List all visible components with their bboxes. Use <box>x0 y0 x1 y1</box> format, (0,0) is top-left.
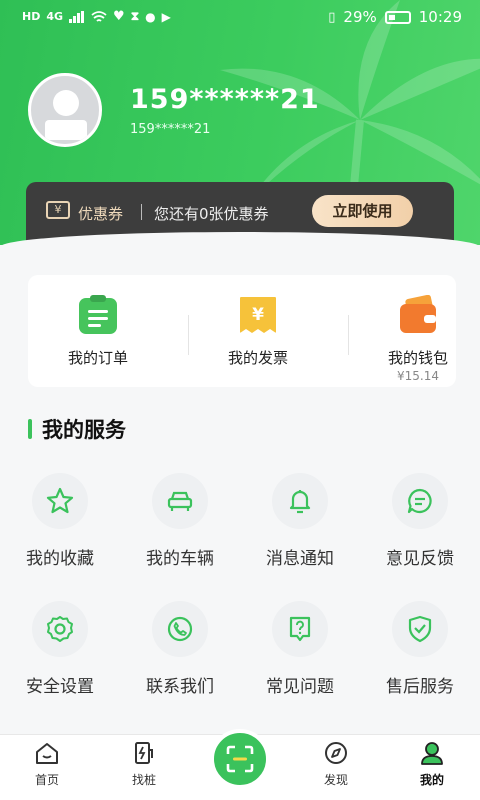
service-label: 我的收藏 <box>26 549 94 569</box>
vibrate-icon: ▯ <box>328 9 336 25</box>
service-label: 安全设置 <box>26 677 94 697</box>
my-orders-label: 我的订单 <box>67 349 128 367</box>
title-accent <box>28 419 32 439</box>
tab-discover[interactable]: 发现 <box>301 741 371 788</box>
my-wallet-label: 我的钱包 <box>387 349 448 367</box>
user-phone[interactable]: 159******21 <box>130 84 320 115</box>
service-label: 我的车辆 <box>146 549 214 569</box>
tab-label: 发现 <box>323 773 348 787</box>
service-contact[interactable]: 联系我们 <box>120 601 240 711</box>
wifi-icon <box>91 10 107 22</box>
service-label: 意见反馈 <box>386 549 454 569</box>
bell-icon <box>289 490 311 514</box>
service-label: 售后服务 <box>386 677 454 697</box>
service-security[interactable]: 安全设置 <box>0 601 120 711</box>
feedback-icon <box>407 488 432 514</box>
charger-icon <box>135 742 153 764</box>
order-icon <box>79 295 117 334</box>
question-icon <box>289 616 311 642</box>
hd-indicator: HD <box>22 10 41 23</box>
wechat-icon: ● <box>145 9 156 24</box>
service-faq[interactable]: 常见问题 <box>240 601 360 711</box>
my-orders[interactable]: 我的订单 <box>28 275 168 387</box>
tab-label: 找桩 <box>131 773 156 787</box>
clock: 10:29 <box>418 8 462 26</box>
service-label: 联系我们 <box>146 677 214 697</box>
scan-button[interactable] <box>210 729 270 789</box>
service-label: 消息通知 <box>266 549 334 569</box>
bottom-tab-bar: 首页 找桩 发现 我的 <box>0 729 480 800</box>
app-icon: ▶ <box>161 9 171 24</box>
quick-actions-card: 我的订单 ¥ 我的发票 我的钱包 ¥15.14 <box>28 275 456 387</box>
gear-icon <box>47 616 73 642</box>
service-favorites[interactable]: 我的收藏 <box>0 473 120 583</box>
service-after-sales[interactable]: 售后服务 <box>360 601 480 711</box>
wallet-balance: ¥15.14 <box>397 369 439 383</box>
scan-icon <box>226 745 254 773</box>
status-bar: HD 4G ♥ ⧗ ● ▶ ▯ 29% 10:29 <box>0 0 480 36</box>
tab-label: 我的 <box>419 773 444 787</box>
my-wallet[interactable]: 我的钱包 ¥15.14 <box>348 275 456 387</box>
phone-icon <box>167 616 193 642</box>
my-invoices-label: 我的发票 <box>227 349 288 367</box>
divider <box>141 204 142 220</box>
home-icon <box>36 743 58 764</box>
shield-icon <box>408 615 432 643</box>
coupon-icon: ¥ <box>46 201 70 219</box>
services-title: 我的服务 <box>28 414 126 444</box>
svg-text:¥: ¥ <box>252 305 264 325</box>
car-icon <box>167 491 193 511</box>
service-vehicles[interactable]: 我的车辆 <box>120 473 240 583</box>
avatar[interactable] <box>28 73 102 147</box>
coupon-count-text: 您还有0张优惠券 <box>154 205 269 223</box>
services-title-text: 我的服务 <box>42 418 126 442</box>
battery-icon <box>384 10 411 24</box>
wallet-icon <box>400 295 436 333</box>
star-icon <box>46 487 74 514</box>
use-coupon-button[interactable]: 立即使用 <box>312 195 413 227</box>
service-feedback[interactable]: 意见反馈 <box>360 473 480 583</box>
service-notifications[interactable]: 消息通知 <box>240 473 360 583</box>
hourglass-icon: ⧗ <box>130 9 140 23</box>
invoice-icon: ¥ <box>240 297 276 333</box>
heart-icon: ♥ <box>113 9 125 24</box>
service-label: 常见问题 <box>266 677 334 697</box>
compass-icon <box>325 742 347 764</box>
user-phone-sub: 159******21 <box>130 122 211 137</box>
my-invoices[interactable]: ¥ 我的发票 <box>188 275 328 387</box>
signal-icon <box>69 10 85 23</box>
tab-home[interactable]: 首页 <box>12 741 82 788</box>
network-indicator: 4G <box>46 10 64 23</box>
coupon-title: 优惠券 <box>78 205 124 223</box>
user-icon <box>421 742 443 765</box>
tab-label: 首页 <box>34 773 59 787</box>
tab-find-charger[interactable]: 找桩 <box>109 741 179 788</box>
battery-percent: 29% <box>343 8 377 26</box>
tab-mine[interactable]: 我的 <box>397 741 467 788</box>
